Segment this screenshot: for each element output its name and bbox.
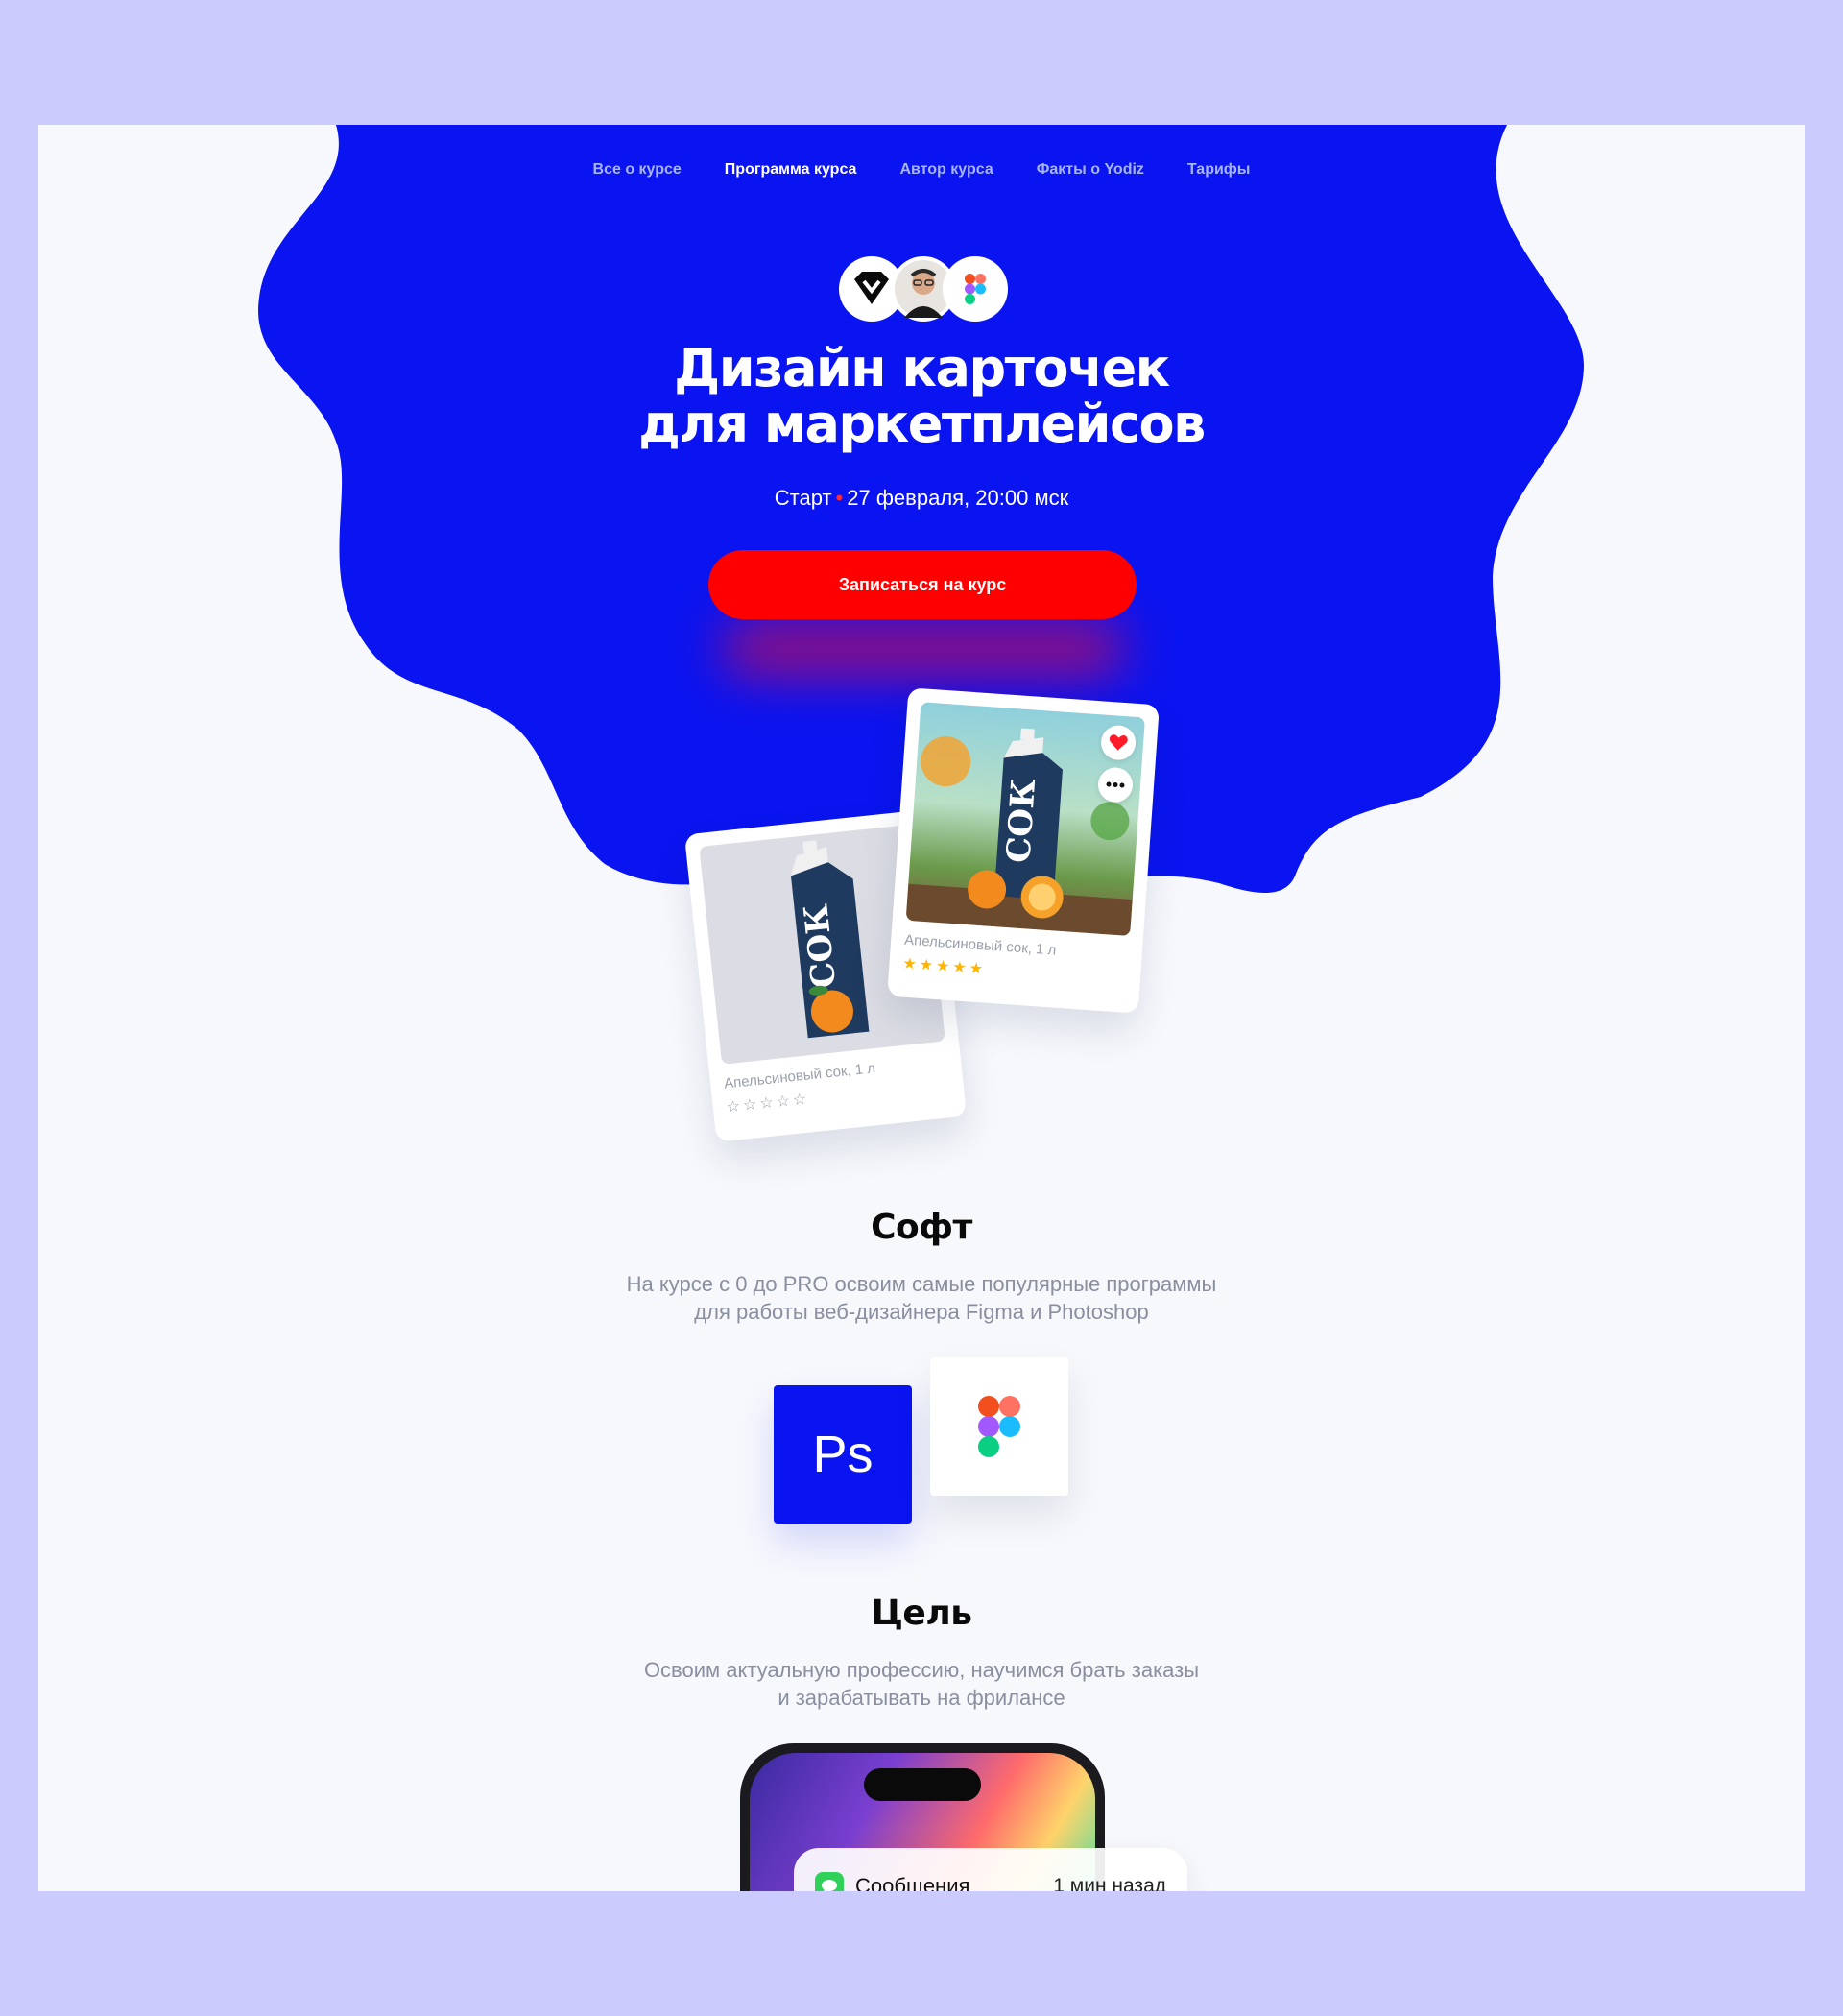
goal-section-text: Освоим актуальную профессию, научимся бр…	[38, 1656, 1805, 1712]
dynamic-island	[864, 1768, 981, 1801]
nav-item-author[interactable]: Автор курса	[899, 161, 993, 179]
nav-item-all-about[interactable]: Все о курсе	[593, 161, 682, 179]
start-label: Старт	[774, 486, 832, 510]
hero-title-line2: для маркетплейсов	[638, 394, 1206, 454]
start-date: Старт • 27 февраля, 20:00 мск	[38, 486, 1805, 511]
hero-title-line1: Дизайн карточек	[674, 338, 1170, 398]
soft-section-text: На курсе с 0 до PRO освоим самые популяр…	[38, 1270, 1805, 1326]
photoshop-icon: Ps	[774, 1385, 912, 1524]
goal-section-title: Цель	[871, 1594, 972, 1633]
notification-time: 1 мин назад	[1053, 1875, 1166, 1891]
photoshop-label: Ps	[812, 1426, 874, 1483]
notification-app-name: Сообщения	[855, 1874, 970, 1891]
soft-text-line2: для работы веб-дизайнера Figma и Photosh…	[694, 1300, 1149, 1324]
more-icon	[1106, 781, 1125, 788]
product-photo-styled: СОК	[905, 702, 1145, 936]
message-notification: Сообщения 1 мин назад	[794, 1848, 1187, 1891]
heart-icon	[1109, 734, 1128, 751]
start-date-value: 27 февраля, 20:00 мск	[847, 486, 1069, 510]
hero-title: Дизайн карточек для маркетплейсов	[38, 341, 1805, 452]
separator-dot-icon: •	[835, 486, 844, 510]
nav-item-program[interactable]: Программа курса	[725, 161, 857, 179]
soft-text-line1: На курсе с 0 до PRO освоим самые популяр…	[626, 1272, 1217, 1296]
soft-section-title: Софт	[871, 1208, 972, 1247]
landing-page: Все о курсе Программа курса Автор курса …	[38, 125, 1805, 1891]
enroll-button[interactable]: Записаться на курс	[708, 550, 1137, 619]
goal-text-line1: Освоим актуальную профессию, научимся бр…	[643, 1658, 1200, 1682]
nav-item-pricing[interactable]: Тарифы	[1187, 161, 1251, 179]
product-card-after: СОК Апельсиновый сок, 1 л ★★★★★	[887, 687, 1160, 1014]
figma-icon	[943, 256, 1008, 322]
course-avatars	[839, 256, 1008, 322]
nav-item-facts[interactable]: Факты о Yodiz	[1037, 161, 1144, 179]
goal-text-line2: и зарабатывать на фрилансе	[778, 1686, 1065, 1710]
cta-glow	[722, 619, 1125, 677]
figma-app-icon	[930, 1357, 1068, 1496]
messages-app-icon	[815, 1872, 844, 1891]
product-label-text: СОК	[999, 778, 1043, 864]
top-navigation: Все о курсе Программа курса Автор курса …	[38, 161, 1805, 179]
